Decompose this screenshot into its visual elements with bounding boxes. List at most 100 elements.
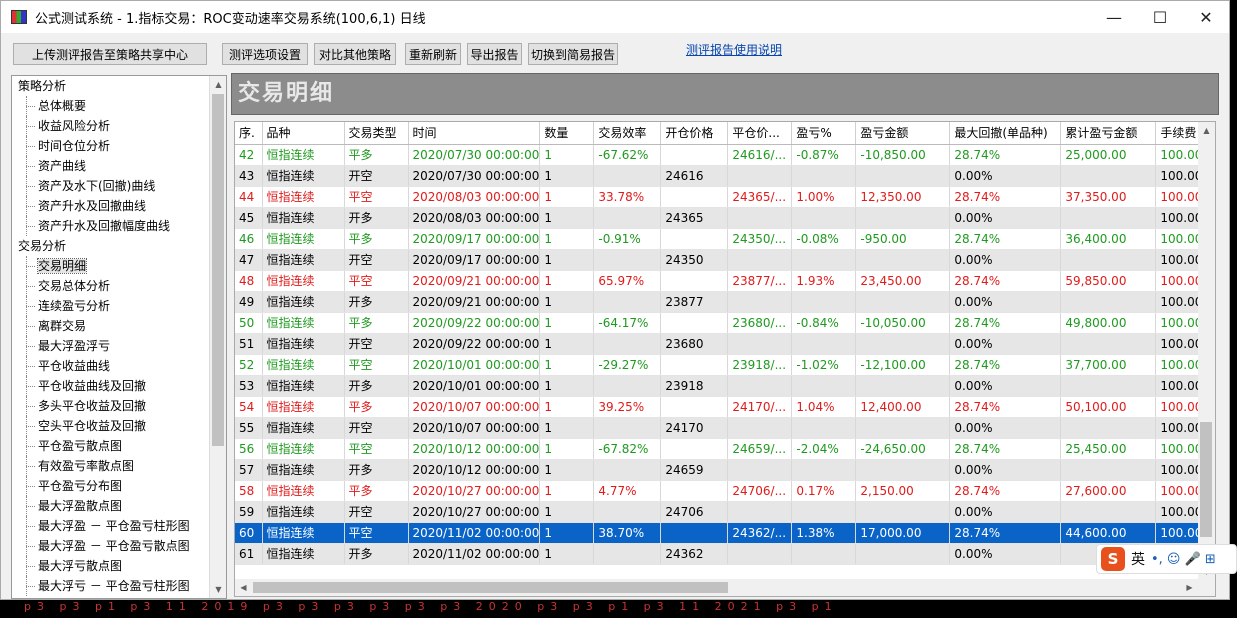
- horizontal-scroll-thumb[interactable]: [253, 582, 728, 593]
- tree-item[interactable]: 最大浮盈散点图: [12, 496, 226, 516]
- table-row[interactable]: 60 恒指连续 平空 2020/11/02 00:00:00 1 38.70% 24362/…: [235, 522, 1205, 544]
- column-header[interactable]: 开仓价格: [660, 122, 729, 145]
- table-row[interactable]: 44 恒指连续 平空 2020/08/03 00:00:00 1 33.78% 24365/…: [235, 186, 1205, 208]
- table-row[interactable]: 59 恒指连续 开空 2020/10/27 00:00:00 1 24706 0.00% 10…: [235, 501, 1205, 523]
- table-row[interactable]: 55 恒指连续 开空 2020/10/07 00:00:00 1 24170 0.00% 10…: [235, 417, 1205, 439]
- tree-item[interactable]: 交易明细: [12, 256, 226, 276]
- tree-item[interactable]: 平仓收益曲线: [12, 356, 226, 376]
- column-header[interactable]: 盈亏%: [791, 122, 857, 145]
- table-cell: 27,600.00: [1060, 480, 1157, 502]
- minimize-button[interactable]: —: [1091, 1, 1137, 33]
- table-cell: 恒指连续: [262, 375, 345, 397]
- tree-group-strategy[interactable]: 策略分析: [12, 76, 226, 96]
- maximize-button[interactable]: ☐: [1137, 1, 1183, 33]
- tree-item[interactable]: 最大浮盈 － 平仓盈亏柱形图: [12, 516, 226, 536]
- tree-item[interactable]: 离群交易: [12, 316, 226, 336]
- table-cell: [727, 249, 793, 271]
- tree-item[interactable]: 资产曲线: [12, 156, 226, 176]
- test-options-button[interactable]: 测评选项设置: [222, 43, 308, 65]
- table-row[interactable]: 47 恒指连续 开空 2020/09/17 00:00:00 1 24350 0.00% 10…: [235, 249, 1205, 271]
- column-header[interactable]: 累计盈亏金额: [1060, 122, 1157, 145]
- table-row[interactable]: 43 恒指连续 开空 2020/07/30 00:00:00 1 24616 0.00% 10…: [235, 165, 1205, 187]
- column-header[interactable]: 数量: [539, 122, 595, 145]
- table-row[interactable]: 58 恒指连续 平多 2020/10/27 00:00:00 1 4.77% 24706/.…: [235, 480, 1205, 502]
- tree-item[interactable]: 最大浮亏散点图: [12, 556, 226, 576]
- upload-report-button[interactable]: 上传测评报告至策略共享中心: [13, 43, 207, 65]
- tree-item[interactable]: 最大浮亏 － 平仓盈亏柱形图: [12, 576, 226, 596]
- column-header[interactable]: 交易类型: [344, 122, 409, 145]
- simple-report-button[interactable]: 切换到简易报告: [528, 43, 618, 65]
- tree-scrollbar[interactable]: ▲ ▼: [209, 76, 226, 598]
- tree-item-label: 交易分析: [18, 239, 67, 253]
- table-cell: 1: [539, 375, 595, 397]
- table-cell: [855, 165, 951, 187]
- export-report-button[interactable]: 导出报告: [467, 43, 522, 65]
- table-cell: [855, 417, 951, 439]
- tree-item[interactable]: 最大浮盈浮亏: [12, 336, 226, 356]
- table-row[interactable]: 48 恒指连续 平空 2020/09/21 00:00:00 1 65.97% 23877/…: [235, 270, 1205, 292]
- column-header[interactable]: 交易效率: [593, 122, 662, 145]
- tree-item[interactable]: 资产升水及回撤幅度曲线: [12, 216, 226, 236]
- tree-scroll-thumb[interactable]: [212, 94, 224, 446]
- scroll-down-icon[interactable]: ▼: [210, 581, 226, 598]
- scroll-left-icon[interactable]: ◀: [235, 579, 252, 596]
- table-cell: 恒指连续: [262, 333, 345, 355]
- table-row[interactable]: 42 恒指连续 平多 2020/07/30 00:00:00 1 -67.62% 24616…: [235, 144, 1205, 166]
- tree-item[interactable]: 多头平仓收益及回撤: [12, 396, 226, 416]
- tree-item[interactable]: 收益风险分析: [12, 116, 226, 136]
- tree-item[interactable]: 资产升水及回撤曲线: [12, 196, 226, 216]
- compare-strategy-button[interactable]: 对比其他策略: [314, 43, 396, 65]
- column-header[interactable]: 序.: [235, 122, 263, 145]
- scroll-up-icon[interactable]: ▲: [1198, 122, 1215, 139]
- table-horizontal-scrollbar[interactable]: ◀ ▶: [235, 579, 1215, 596]
- table-cell: 1: [539, 249, 595, 271]
- table-row[interactable]: 51 恒指连续 开空 2020/09/22 00:00:00 1 23680 0.00% 10…: [235, 333, 1205, 355]
- tree-group-trade[interactable]: 交易分析: [12, 236, 226, 256]
- tree-item[interactable]: 平仓收益曲线及回撤: [12, 376, 226, 396]
- table-cell: 43: [235, 165, 263, 187]
- sogou-logo-icon[interactable]: S: [1101, 547, 1125, 571]
- ime-toolbar[interactable]: S 英 •, ☺ 🎤 ⊞: [1096, 544, 1237, 574]
- scroll-up-icon[interactable]: ▲: [210, 76, 226, 93]
- column-header[interactable]: 平仓价...: [727, 122, 793, 145]
- close-button[interactable]: ✕: [1183, 1, 1229, 33]
- tree-item[interactable]: 有效盈亏率散点图: [12, 456, 226, 476]
- ime-symbols-icon[interactable]: •, ☺ 🎤 ⊞: [1151, 552, 1216, 567]
- help-link[interactable]: 测评报告使用说明: [686, 41, 782, 58]
- ime-language[interactable]: 英: [1131, 549, 1145, 569]
- table-cell: 45: [235, 207, 263, 229]
- column-header[interactable]: 手续费: [1155, 122, 1205, 145]
- table-cell: 1.04%: [791, 396, 857, 418]
- table-row[interactable]: 49 恒指连续 开多 2020/09/21 00:00:00 1 23877 0.00% 10…: [235, 291, 1205, 313]
- table-cell: [727, 333, 793, 355]
- table-row[interactable]: 50 恒指连续 平多 2020/09/22 00:00:00 1 -64.17% 23680…: [235, 312, 1205, 334]
- table-cell: 25,450.00: [1060, 438, 1157, 460]
- scroll-right-icon[interactable]: ▶: [1181, 579, 1198, 596]
- table-row[interactable]: 57 恒指连续 开多 2020/10/12 00:00:00 1 24659 0.00% 10…: [235, 459, 1205, 481]
- tree-item[interactable]: 连续盈亏分析: [12, 296, 226, 316]
- table-vertical-scrollbar[interactable]: ▲ ▼: [1198, 122, 1215, 580]
- table-row[interactable]: 61恒指连续开多2020/11/02 00:00:001243620.00%10…: [235, 543, 1205, 565]
- table-row[interactable]: 53 恒指连续 开多 2020/10/01 00:00:00 1 23918 0.00% 10…: [235, 375, 1205, 397]
- tree-item[interactable]: 交易总体分析: [12, 276, 226, 296]
- table-row[interactable]: 52 恒指连续 平空 2020/10/01 00:00:00 1 -29.27% 23918…: [235, 354, 1205, 376]
- column-header[interactable]: 盈亏金额: [855, 122, 951, 145]
- table-row[interactable]: 46 恒指连续 平多 2020/09/17 00:00:00 1 -0.91% 24350/…: [235, 228, 1205, 250]
- tree-item-label: 最大浮盈 － 平仓盈亏柱形图: [38, 519, 190, 533]
- table-row[interactable]: 54 恒指连续 平多 2020/10/07 00:00:00 1 39.25% 24170/…: [235, 396, 1205, 418]
- tree-item[interactable]: 资产及水下(回撤)曲线: [12, 176, 226, 196]
- refresh-button[interactable]: 重新刷新: [405, 43, 461, 65]
- column-header[interactable]: 最大回撤(单品种): [949, 122, 1062, 145]
- vertical-scroll-thumb[interactable]: [1200, 422, 1212, 537]
- tree-item[interactable]: 空头平仓收益及回撤: [12, 416, 226, 436]
- table-row[interactable]: 56 恒指连续 平空 2020/10/12 00:00:00 1 -67.82% 24659…: [235, 438, 1205, 460]
- tree-item[interactable]: 平仓盈亏散点图: [12, 436, 226, 456]
- tree-item[interactable]: 平仓盈亏分布图: [12, 476, 226, 496]
- table-cell: 恒指连续: [262, 354, 345, 376]
- tree-item[interactable]: 时间仓位分析: [12, 136, 226, 156]
- column-header[interactable]: 品种: [262, 122, 345, 145]
- tree-item[interactable]: 最大浮盈 － 平仓盈亏散点图: [12, 536, 226, 556]
- tree-item[interactable]: 总体概要: [12, 96, 226, 116]
- table-row[interactable]: 45 恒指连续 开多 2020/08/03 00:00:00 1 24365 0.00% 10…: [235, 207, 1205, 229]
- column-header[interactable]: 时间: [408, 122, 541, 145]
